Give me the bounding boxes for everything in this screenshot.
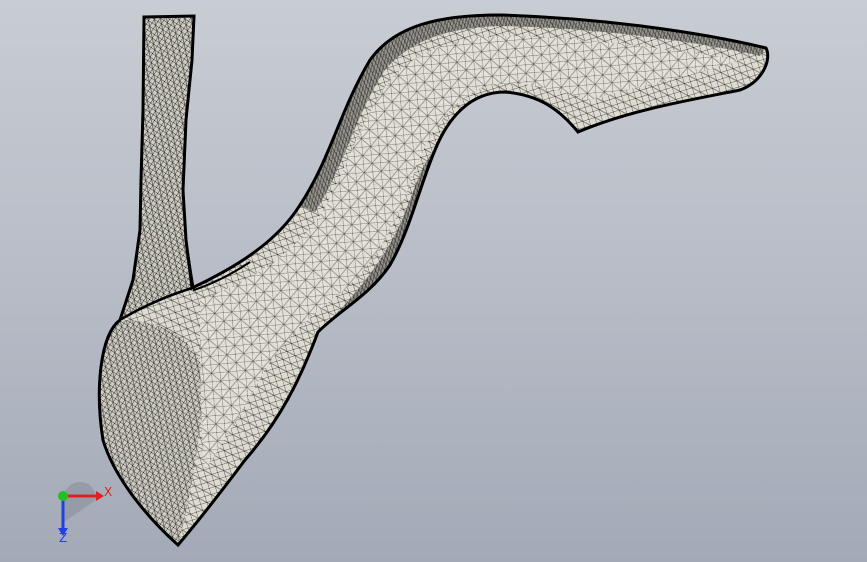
- z-axis-label: Z: [59, 531, 67, 544]
- y-axis-icon: [58, 491, 68, 501]
- x-axis-label: X: [104, 485, 112, 499]
- orientation-triad[interactable]: X Z: [46, 482, 116, 544]
- x-arrow-icon: [96, 491, 104, 501]
- graphics-viewport[interactable]: X Z: [0, 0, 867, 562]
- mesh-model-canvas[interactable]: [0, 0, 867, 562]
- triad-shadow-icon: [64, 482, 97, 522]
